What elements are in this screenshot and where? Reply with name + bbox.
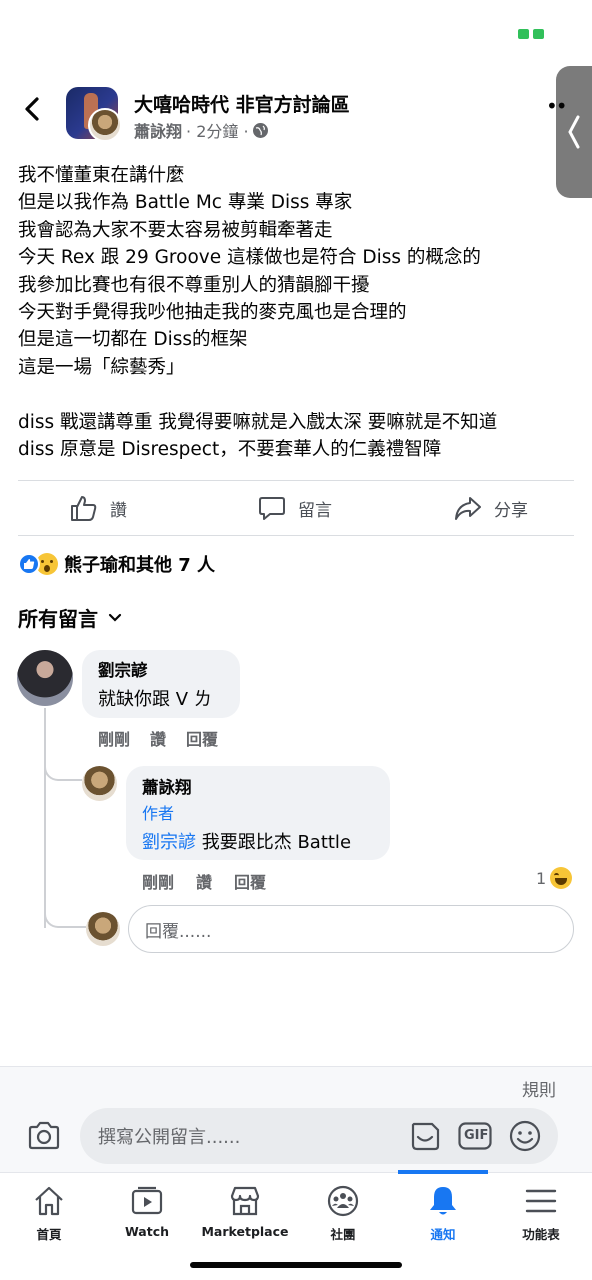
comment-reactions[interactable]: 1 xyxy=(536,867,573,889)
nav-watch[interactable]: Watch xyxy=(98,1184,196,1239)
post-meta: 蕭詠翔 · 2分鐘 · xyxy=(134,118,268,142)
comment-icon xyxy=(259,497,285,520)
post-line xyxy=(18,381,578,408)
author-badge: 作者 xyxy=(142,804,175,823)
post-line: diss 戰還講尊重 我覺得要嘛就是入戲太深 要嘛就是不知道 xyxy=(18,411,498,433)
back-button[interactable] xyxy=(20,96,46,122)
nav-marketplace[interactable]: Marketplace xyxy=(196,1184,294,1239)
mention-link[interactable]: 劉宗諺 xyxy=(142,832,196,853)
post-line: 但是這一切都在 Diss的框架 xyxy=(18,329,248,351)
camera-icon xyxy=(28,1121,60,1150)
commenter-avatar[interactable] xyxy=(82,766,117,801)
commenter-name[interactable]: 劉宗諺 xyxy=(98,657,224,681)
comment-reply-button[interactable]: 回覆 xyxy=(186,726,218,750)
reactions-summary[interactable]: 熊子瑜和其他 7 人 xyxy=(18,550,215,578)
sticker-button[interactable] xyxy=(408,1119,442,1153)
divider xyxy=(18,480,574,481)
thread-connector xyxy=(44,890,86,928)
home-indicator xyxy=(190,1262,402,1268)
commenter-name[interactable]: 蕭詠翔 xyxy=(142,774,374,798)
home-icon xyxy=(35,1186,63,1216)
reply-input[interactable]: 回覆...... xyxy=(128,905,574,953)
my-avatar xyxy=(86,912,120,946)
comment-label: 留言 xyxy=(298,500,332,521)
post-time: · 2分鐘 · xyxy=(186,122,249,141)
thread-connector xyxy=(44,745,82,781)
groups-icon xyxy=(327,1185,359,1217)
post-line: 我會認為大家不要太容易被剪輯牽著走 xyxy=(18,219,333,241)
author-avatar[interactable] xyxy=(88,108,122,142)
post-line: 今天對手覺得我吵他抽走我的麥克風也是合理的 xyxy=(18,302,407,324)
emoji-icon xyxy=(509,1120,541,1152)
rules-link[interactable]: 規則 xyxy=(522,1076,556,1101)
globe-icon xyxy=(252,122,268,138)
nav-label: 社團 xyxy=(330,1227,356,1242)
nav-home[interactable]: 首頁 xyxy=(0,1184,98,1243)
nav-menu[interactable]: 功能表 xyxy=(492,1184,590,1243)
reaction-count: 1 xyxy=(536,868,547,888)
active-tab-indicator xyxy=(398,1170,488,1174)
post-line: diss 原意是 Disrespect，不要套華人的仁義禮智障 xyxy=(18,439,442,461)
nav-notifications[interactable]: 通知 xyxy=(394,1184,492,1243)
chevron-down-icon xyxy=(108,613,122,622)
nav-label: Watch xyxy=(124,1224,170,1239)
watch-icon xyxy=(131,1186,163,1215)
comment-like-button[interactable]: 讚 xyxy=(150,726,166,750)
nav-label: Marketplace xyxy=(201,1224,289,1239)
comment-like-button[interactable]: 讚 xyxy=(196,869,212,893)
nav-label: 首頁 xyxy=(36,1227,62,1242)
group-name[interactable]: 大嘻哈時代 非官方討論區 xyxy=(134,90,350,117)
post-line: 但是以我作為 Battle Mc 專業 Diss 專家 xyxy=(18,192,353,214)
haha-reaction-icon xyxy=(550,867,573,889)
comment-time: 剛剛 xyxy=(98,730,131,749)
comment-body: 我要跟比杰 Battle xyxy=(196,832,352,853)
thumbs-up-icon xyxy=(71,496,97,521)
comments-filter[interactable]: 所有留言 xyxy=(18,603,122,632)
more-options-icon[interactable]: •• xyxy=(546,94,568,118)
author-name[interactable]: 蕭詠翔 xyxy=(134,118,182,142)
like-reaction-icon xyxy=(18,553,40,575)
comment-text: 就缺你跟 V ㄌ xyxy=(98,689,212,710)
comment-button[interactable]: 留言 xyxy=(258,482,332,534)
comment-meta: 剛剛 讚 回覆 xyxy=(98,726,218,750)
gif-label: GIF xyxy=(464,1128,489,1143)
post-line: 我不懂董東在講什麼 xyxy=(18,165,185,186)
comment-bubble: 蕭詠翔 作者 劉宗諺 我要跟比杰 Battle xyxy=(126,766,390,860)
comment-meta: 剛剛 讚 回覆 xyxy=(142,869,266,893)
bell-icon xyxy=(430,1187,456,1215)
sticker-icon xyxy=(411,1122,440,1151)
post-line: 這是一場「綜藝秀」 xyxy=(18,356,185,378)
share-icon xyxy=(455,497,481,520)
nav-groups[interactable]: 社團 xyxy=(294,1184,392,1243)
back-arrow-icon xyxy=(25,97,39,121)
battery-icon xyxy=(518,27,548,41)
comments-filter-label: 所有留言 xyxy=(18,607,98,631)
like-button[interactable]: 讚 xyxy=(70,482,127,534)
comment-text: 劉宗諺 我要跟比杰 Battle xyxy=(142,828,374,854)
reactors-text: 熊子瑜和其他 7 人 xyxy=(64,555,216,576)
marketplace-icon xyxy=(230,1186,260,1216)
comment-reply-button[interactable]: 回覆 xyxy=(234,869,266,893)
post-header: 大嘻哈時代 非官方討論區 蕭詠翔 · 2分鐘 · •• xyxy=(0,84,592,144)
post-body: 我不懂董東在講什麼 但是以我作為 Battle Mc 專業 Diss 專家 我會… xyxy=(18,162,578,463)
gif-button[interactable]: GIF xyxy=(458,1119,492,1153)
post-line: 今天 Rex 跟 29 Groove 這樣做也是符合 Diss 的概念的 xyxy=(18,247,481,269)
commenter-avatar[interactable] xyxy=(17,650,73,706)
emoji-button[interactable] xyxy=(508,1119,542,1153)
post-line: 我參加比賽也有很不尊重別人的猜韻腳干擾 xyxy=(18,274,370,296)
like-label: 讚 xyxy=(110,500,127,521)
share-label: 分享 xyxy=(494,500,528,521)
nav-label: 功能表 xyxy=(522,1227,560,1242)
divider xyxy=(18,535,574,536)
comment-bubble: 劉宗諺 就缺你跟 V ㄌ xyxy=(82,650,240,718)
menu-icon xyxy=(525,1189,557,1213)
camera-button[interactable] xyxy=(26,1118,62,1154)
comment-time: 剛剛 xyxy=(142,873,175,892)
post-actions: 讚 留言 分享 xyxy=(0,482,592,534)
nav-label: 通知 xyxy=(430,1227,456,1242)
share-button[interactable]: 分享 xyxy=(454,482,528,534)
